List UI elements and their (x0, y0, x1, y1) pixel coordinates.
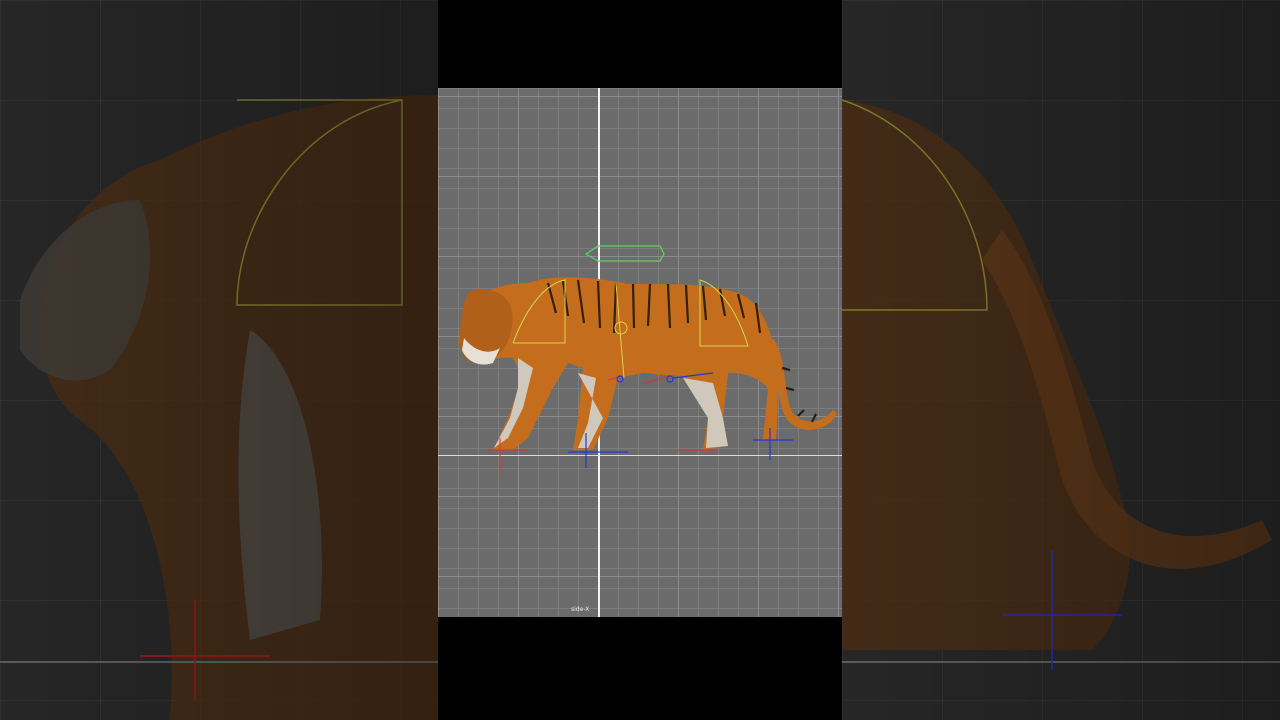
side-viewport[interactable]: side-X (438, 88, 842, 617)
backdrop-right (842, 0, 1280, 720)
camera-label: side-X (571, 606, 590, 613)
video-player[interactable]: side-X (438, 0, 842, 720)
tiger-rig (459, 245, 837, 473)
backdrop-left (0, 0, 438, 720)
arrow-controller (584, 245, 665, 262)
tiger-tail (768, 338, 837, 430)
